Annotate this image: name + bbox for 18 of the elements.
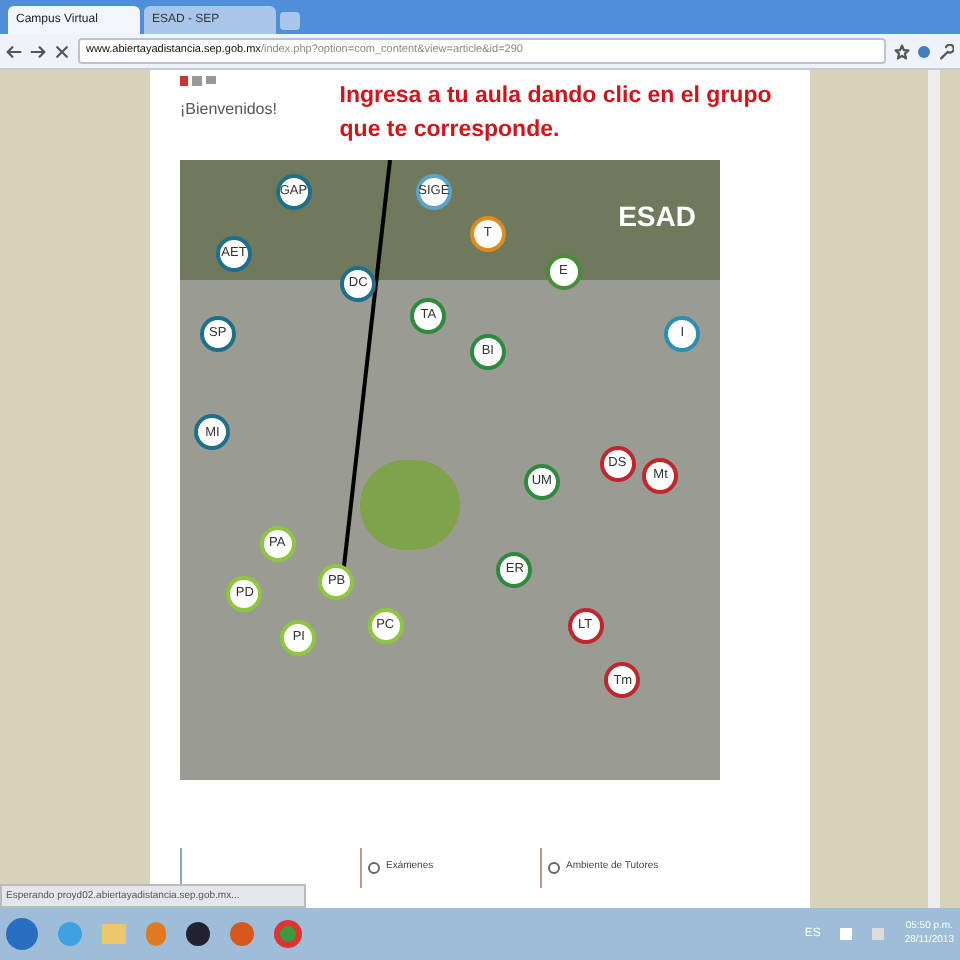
info-icon — [548, 862, 560, 874]
star-icon[interactable] — [894, 43, 910, 59]
logo: ESAD — [618, 198, 696, 236]
browser-icon[interactable] — [58, 922, 82, 946]
back-icon[interactable] — [6, 43, 22, 59]
instruction-text: Ingresa a tu aula dando clic en el grupo que te corresponde. — [339, 82, 774, 146]
forward-icon[interactable] — [30, 43, 46, 59]
close-icon[interactable] — [54, 43, 70, 59]
volume-icon[interactable] — [872, 928, 885, 940]
new-tab-button[interactable] — [280, 12, 300, 30]
network-icon[interactable] — [840, 928, 853, 940]
start-icon[interactable] — [6, 918, 38, 950]
wrench-icon[interactable] — [938, 43, 954, 59]
extension-icon[interactable] — [918, 45, 930, 57]
app-icon[interactable] — [186, 922, 210, 946]
media-icon[interactable] — [146, 922, 166, 946]
welcome-text: ¡Bienvenidos! — [180, 98, 279, 122]
info-icon — [368, 862, 380, 874]
